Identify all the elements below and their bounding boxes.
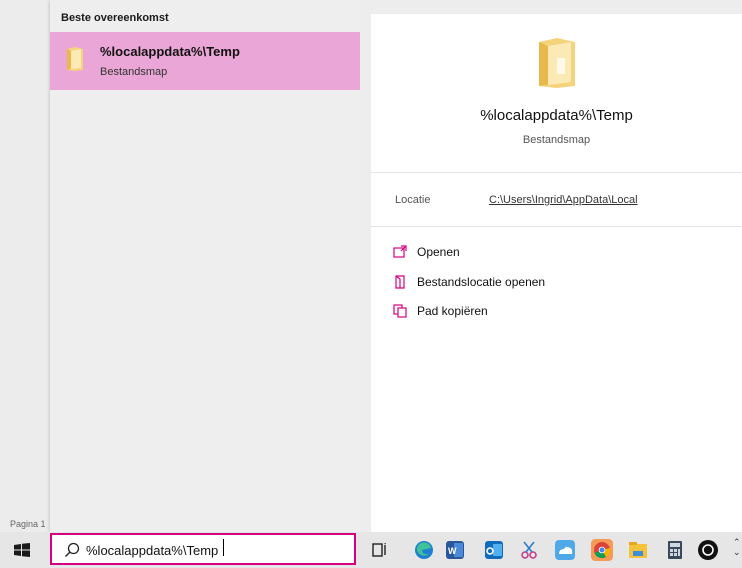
action-label: Openen	[417, 245, 460, 259]
file-location-icon	[395, 275, 405, 289]
results-list: Beste overeenkomst %localappdata%\Temp B…	[50, 0, 360, 532]
result-subtitle: Bestandsmap	[100, 66, 168, 78]
taskbar-search-box[interactable]	[50, 533, 356, 565]
open-file-location-action[interactable]: Bestandslocatie openen	[393, 272, 545, 292]
windows-start-icon[interactable]	[14, 543, 30, 557]
file-explorer-icon[interactable]	[627, 539, 649, 561]
svg-text:W: W	[448, 546, 457, 556]
text-caret	[223, 539, 224, 556]
outlook-icon[interactable]	[483, 539, 505, 561]
divider	[371, 226, 742, 227]
location-label: Locatie	[395, 194, 431, 206]
best-match-result[interactable]: %localappdata%\Temp Bestandsmap	[50, 32, 360, 90]
word-icon[interactable]: W	[444, 539, 466, 561]
folder-icon	[539, 38, 575, 88]
detail-subtitle: Bestandsmap	[522, 134, 591, 146]
copy-path-icon	[393, 304, 407, 318]
search-input[interactable]	[86, 540, 346, 560]
open-action[interactable]: Openen	[393, 242, 460, 262]
search-panel: Beste overeenkomst %localappdata%\Temp B…	[50, 0, 742, 532]
status-page-label: Pagina 1	[10, 519, 46, 529]
edge-icon[interactable]	[413, 539, 435, 561]
snipping-tool-icon[interactable]	[518, 539, 540, 561]
action-label: Bestandslocatie openen	[417, 275, 546, 289]
folder-icon	[67, 47, 83, 71]
onedrive-icon[interactable]	[554, 539, 576, 561]
detail-title: %localappdata%\Temp	[480, 107, 633, 124]
copy-path-action[interactable]: Pad kopiëren	[393, 301, 488, 321]
result-title: %localappdata%\Temp	[100, 44, 240, 59]
action-label: Pad kopiëren	[417, 304, 488, 318]
location-link[interactable]: C:\Users\Ingrid\AppData\Local	[489, 194, 638, 206]
detail-pane: %localappdata%\Temp Bestandsmap Locatie …	[371, 14, 742, 532]
task-view-icon[interactable]	[369, 539, 391, 561]
search-icon	[65, 542, 80, 557]
taskbar: W ⌃⌄	[0, 532, 742, 568]
chrome-icon[interactable]	[591, 539, 613, 561]
open-window-icon	[393, 245, 407, 258]
divider	[371, 172, 742, 173]
best-match-heading: Beste overeenkomst	[61, 12, 169, 24]
background-window: Pagina 1	[0, 0, 50, 532]
chevron-up-down-icon[interactable]: ⌃ ⌄	[733, 537, 741, 557]
app-icon[interactable]	[697, 539, 719, 561]
calculator-icon[interactable]	[664, 539, 686, 561]
